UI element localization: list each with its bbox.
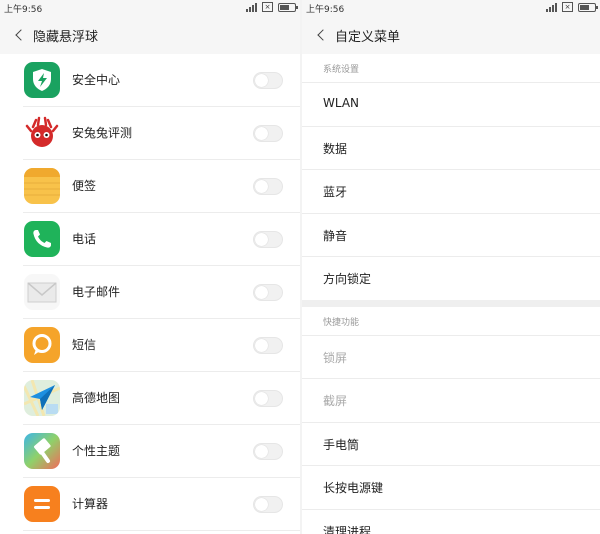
app-row: 个性主题 [0, 425, 300, 478]
menu-item: 截屏 [302, 378, 600, 422]
signal-icon [546, 2, 557, 12]
notes-icon [24, 168, 60, 204]
menu-item[interactable]: 清理进程 [302, 508, 600, 534]
hide-float-ball-toggle[interactable] [253, 178, 283, 195]
title-bar: 自定义菜单 [302, 16, 600, 54]
menu-item-label: 方向锁定 [323, 272, 372, 286]
page-title: 隐藏悬浮球 [33, 30, 99, 45]
app-row: 安全中心 [0, 54, 300, 107]
phone-icon [24, 221, 60, 257]
menu-item-label: 锁屏 [323, 350, 348, 365]
row-divider [23, 530, 300, 531]
menu-item-label: 静音 [323, 228, 348, 243]
hide-float-ball-toggle[interactable] [253, 72, 283, 89]
menu-item-label: 手电筒 [323, 437, 360, 452]
hide-float-ball-toggle[interactable] [253, 231, 283, 248]
app-row: 安兔兔评测 [0, 107, 300, 160]
hide-float-ball-toggle[interactable] [253, 443, 283, 460]
back-arrow-icon [317, 29, 329, 41]
menu-item: 锁屏 [302, 334, 600, 379]
calculator-icon [24, 486, 60, 522]
toggle-knob [255, 233, 268, 246]
app-label: 电子邮件 [72, 285, 121, 299]
battery-level [280, 4, 290, 10]
menu-item-label: 蓝牙 [323, 185, 348, 199]
app-label: 便签 [72, 179, 97, 193]
menu-item[interactable]: WLAN [302, 82, 600, 126]
toggle-knob [255, 180, 268, 193]
toggle-knob [255, 127, 268, 140]
hide-float-ball-toggle[interactable] [253, 284, 283, 301]
battery-level [580, 4, 590, 10]
title-bar: 隐藏悬浮球 [0, 16, 300, 54]
section-header: 系统设置 [302, 54, 600, 82]
shield-icon [24, 62, 60, 98]
status-icons: × [546, 2, 598, 12]
app-label: 短信 [72, 338, 97, 352]
status-bar: 上午9:56 × [0, 0, 300, 16]
menu-list: 系统设置 WLAN 数据蓝牙静音方向锁定快捷功能锁屏截屏手电筒长按电源键清理进程 [302, 54, 600, 534]
menu-item[interactable]: 手电筒 [302, 421, 600, 466]
section-header-label: 系统设置 [323, 65, 360, 75]
back-button[interactable] [312, 26, 330, 44]
battery-icon [278, 2, 298, 12]
antutu-icon [24, 115, 60, 151]
app-row: 电子邮件 [0, 266, 300, 319]
app-row: 便签 [0, 160, 300, 213]
map-icon [24, 380, 60, 416]
signal-icon [246, 2, 257, 12]
status-bar: 上午9:56 × [302, 0, 600, 16]
status-time: 上午9:56 [306, 5, 345, 15]
app-label: 高德地图 [72, 391, 121, 405]
app-row: 计算器 [0, 478, 300, 531]
menu-item[interactable]: 静音 [302, 212, 600, 257]
custom-menu-screen: 上午9:56 × 自定义菜单 系统设置 WLAN 数据蓝牙静音方向锁定快捷功能锁屏截… [302, 0, 600, 534]
hide-float-ball-toggle[interactable] [253, 337, 283, 354]
app-row: 短信 [0, 319, 300, 372]
page-title: 自定义菜单 [335, 30, 401, 45]
menu-item-label: WLAN [323, 96, 360, 110]
menu-item[interactable]: 方向锁定 [302, 256, 600, 300]
app-label: 计算器 [72, 497, 109, 511]
toggle-knob [255, 445, 268, 458]
status-icons: × [246, 2, 298, 12]
app-label: 电话 [72, 232, 97, 246]
toggle-knob [255, 286, 268, 299]
message-icon [24, 327, 60, 363]
back-arrow-icon [15, 29, 27, 41]
no-sim-icon: × [562, 2, 573, 12]
app-row: 电话 [0, 213, 300, 266]
toggle-knob [255, 498, 268, 511]
app-label: 安兔兔评测 [72, 126, 133, 140]
menu-item[interactable]: 长按电源键 [302, 465, 600, 509]
mail-icon [24, 274, 60, 310]
menu-item-label: 长按电源键 [323, 481, 384, 495]
toggle-knob [255, 392, 268, 405]
menu-item[interactable]: 蓝牙 [302, 169, 600, 213]
hidden-float-ball-screen: 上午9:56 × 隐藏悬浮球 安全中心安兔兔评测便签电话电子邮件短信高德地图个性… [0, 0, 300, 534]
app-list: 安全中心安兔兔评测便签电话电子邮件短信高德地图个性主题计算器 [0, 54, 300, 531]
battery-icon [578, 2, 598, 12]
app-label: 安全中心 [72, 73, 121, 87]
section-gap [302, 299, 600, 307]
hide-float-ball-toggle[interactable] [253, 125, 283, 142]
status-time: 上午9:56 [4, 5, 43, 15]
section-header-label: 快捷功能 [323, 317, 360, 328]
hide-float-ball-toggle[interactable] [253, 390, 283, 407]
menu-item[interactable]: 数据 [302, 125, 600, 170]
menu-item-label: 截屏 [323, 394, 348, 408]
menu-item-label: 数据 [323, 141, 348, 156]
hide-float-ball-toggle[interactable] [253, 496, 283, 513]
menu-item-label: 清理进程 [323, 524, 372, 534]
back-button[interactable] [10, 26, 28, 44]
app-row: 高德地图 [0, 372, 300, 425]
section-header: 快捷功能 [302, 307, 600, 335]
no-sim-icon: × [262, 2, 273, 12]
app-label: 个性主题 [72, 444, 121, 458]
toggle-knob [255, 74, 268, 87]
toggle-knob [255, 339, 268, 352]
theme-icon [24, 433, 60, 469]
